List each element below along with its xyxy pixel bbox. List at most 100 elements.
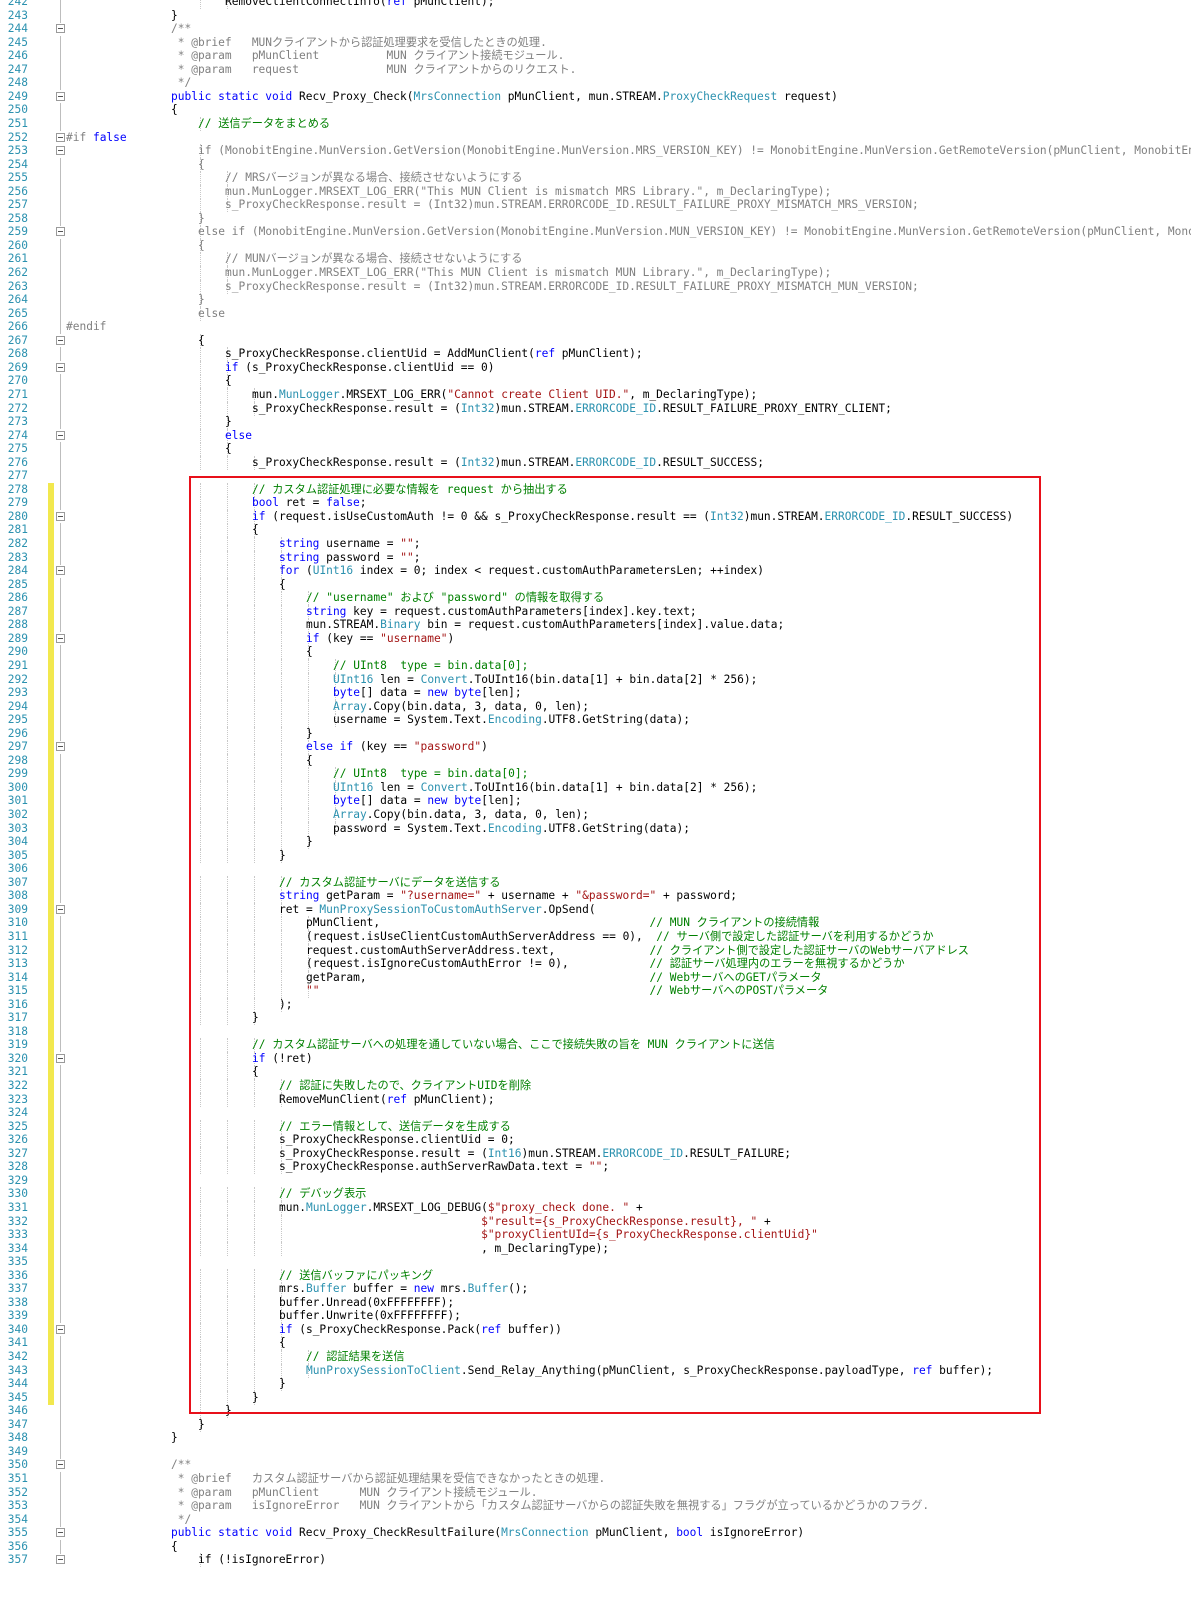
fold-guide [60,1404,61,1419]
code-text: pMunClient, // MUN クライアントの接続情報 [306,916,820,930]
line-number: 326 [7,1133,28,1147]
fold-guide [60,266,61,280]
code-text: // UInt8 type = bin.data[0]; [333,767,529,781]
collapse-icon[interactable] [56,633,65,643]
line-number: 261 [7,252,28,266]
indent-guide [254,658,255,673]
code-text: request.customAuthServerAddress.text, //… [306,943,969,957]
line-number: 308 [7,889,28,903]
collapse-icon[interactable] [56,227,65,237]
indent-guide [254,794,255,809]
change-marker [48,1241,54,1256]
change-marker [48,591,54,606]
indent-guide [254,997,255,1012]
fold-guide [60,591,61,606]
collapse-icon[interactable] [56,1460,65,1470]
indent-guide [200,726,201,741]
code-line: 250 { [0,103,1191,118]
change-marker [48,1377,54,1392]
change-marker [48,509,54,524]
indent-guide [281,753,282,768]
collapse-icon[interactable] [56,362,65,372]
code-line: 276 s_ProxyCheckResponse.result = (Int32)… [0,455,1191,470]
collapse-icon[interactable] [56,146,65,156]
indent-guide [227,1228,228,1243]
indent-guide [281,631,282,646]
code-text: buffer.Unwrite(0xFFFFFFFF); [279,1309,461,1323]
fold-guide [60,672,61,687]
collapse-icon[interactable] [56,566,65,576]
collapse-icon[interactable] [56,511,65,521]
line-number: 332 [7,1214,28,1228]
line-number: 322 [7,1079,28,1092]
indent-guide [281,699,282,714]
indent-guide [200,591,201,606]
code-text: if (!ret) [252,1051,313,1065]
line-number: 248 [7,76,28,90]
collapse-icon[interactable] [56,742,65,752]
fold-guide [60,35,61,50]
code-text: password = System.Text.Encoding.UTF8.Get… [333,821,690,835]
indent-guide [227,1295,228,1310]
change-marker [48,889,54,904]
indent-guide [227,1065,228,1080]
indent-guide [254,550,255,565]
code-text: } [225,1404,232,1418]
code-line: 272 s_ProxyCheckResponse.result = (Int32)… [0,401,1191,416]
code-line: 286 // "username" および "password" の情報を取得する [0,591,1191,606]
collapse-icon[interactable] [56,132,65,142]
collapse-icon[interactable] [56,24,65,34]
indent-guide [281,929,282,944]
code-editor[interactable]: 242 RemoveClientConnectInfo(ref pMunClien… [0,0,1191,1618]
change-marker [48,1146,54,1161]
code-text: if (key == "username") [306,631,455,645]
indent-guide [254,1241,255,1256]
code-text: s_ProxyCheckResponse.result = (Int32)mun… [252,401,892,415]
indent-guide [227,984,228,999]
collapse-icon[interactable] [56,904,65,914]
fold-guide [60,116,61,131]
fold-guide [60,1268,61,1283]
code-text: mun.MunLogger.MRSEXT_LOG_DEBUG($"proxy_c… [279,1200,643,1214]
collapse-icon[interactable] [56,1528,65,1538]
indent-guide [227,631,228,646]
change-marker [48,658,54,673]
change-marker [48,753,54,768]
code-line: 352 * @param pMunClient MUN クライアント接続モジュー… [0,1485,1191,1500]
code-text: if (s_ProxyCheckResponse.clientUid == 0) [225,360,495,374]
indent-guide [200,794,201,809]
code-text: // カスタム認証サーバへの処理を通していない場合、ここで接続失敗の旨を MUN… [252,1038,775,1052]
indent-guide [200,1322,201,1337]
indent-guide [227,943,228,958]
indent-guide [200,604,201,619]
indent-guide [308,780,309,795]
code-text: , m_DeclaringType); [279,1241,610,1255]
line-number: 245 [7,35,28,49]
line-number: 347 [7,1417,28,1431]
line-number: 342 [7,1350,28,1363]
fold-guide [60,1173,61,1188]
collapse-icon[interactable] [56,1555,65,1565]
indent-guide [200,631,201,646]
line-number: 283 [7,550,28,564]
indent-guide [281,808,282,822]
indent-guide [254,1309,255,1324]
code-text: } [198,211,205,225]
indent-guide [200,1390,201,1405]
collapse-icon[interactable] [56,430,65,440]
line-number: 305 [7,848,28,862]
collapse-icon[interactable] [56,1324,65,1334]
fold-guide [60,482,61,497]
indent-guide [200,672,201,687]
indent-guide [281,916,282,931]
collapse-icon[interactable] [56,1053,65,1063]
indent-guide [254,1092,255,1107]
indent-guide [254,780,255,795]
line-number: 328 [7,1160,28,1174]
collapse-icon[interactable] [56,91,65,101]
indent-guide [227,564,228,579]
indent-guide [281,686,282,701]
indent-guide [227,1079,228,1093]
code-line: 287 string key = request.customAuthParame… [0,604,1191,619]
collapse-icon[interactable] [56,335,65,345]
